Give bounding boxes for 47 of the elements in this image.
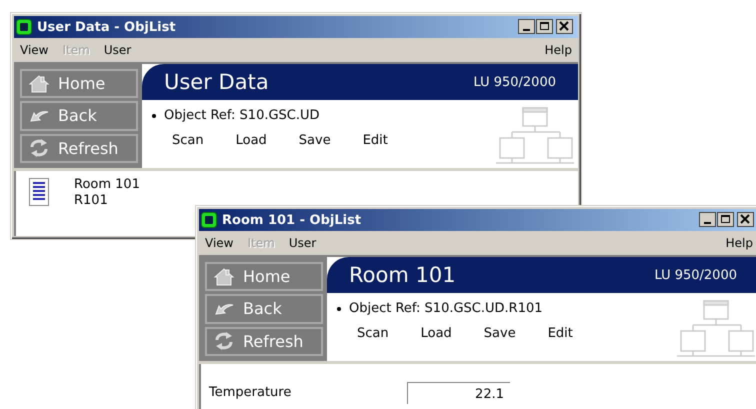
- action-link[interactable]: Edit: [548, 326, 573, 341]
- menu-item[interactable]: User: [104, 43, 132, 57]
- refresh-icon: [28, 138, 50, 158]
- license-label: LU 950/2000: [654, 268, 737, 282]
- refresh-icon: [213, 331, 235, 352]
- object-name[interactable]: Room 101: [74, 177, 140, 193]
- menu-item[interactable]: View: [20, 43, 48, 57]
- value-field[interactable]: 22.1: [407, 382, 510, 404]
- menu-item[interactable]: Help: [544, 43, 572, 57]
- house-icon: [28, 74, 50, 94]
- maximize-icon[interactable]: [536, 19, 554, 35]
- page-title: User Data: [164, 70, 269, 94]
- app-icon: [201, 212, 217, 228]
- bullet-icon: [337, 306, 341, 310]
- action-link[interactable]: Save: [484, 326, 516, 341]
- menu-item[interactable]: User: [288, 236, 316, 250]
- object-ref: Object Ref: S10.GSC.UD: [164, 108, 320, 123]
- minimize-icon[interactable]: [699, 212, 717, 228]
- bullet-icon: [152, 114, 156, 118]
- action-link[interactable]: Edit: [362, 133, 388, 148]
- refresh-button[interactable]: Refresh: [20, 134, 138, 163]
- menu-item[interactable]: View: [205, 236, 234, 250]
- object-id: R101: [74, 193, 109, 209]
- house-icon: [213, 266, 235, 287]
- action-link[interactable]: Load: [236, 133, 267, 148]
- field-label: Temperature: [209, 385, 292, 400]
- refresh-button[interactable]: Refresh: [205, 326, 323, 356]
- action-link[interactable]: Load: [420, 326, 452, 341]
- back-button[interactable]: Back: [205, 294, 323, 324]
- home-button[interactable]: Home: [205, 262, 323, 292]
- home-button[interactable]: Home: [20, 69, 138, 98]
- menu-item[interactable]: Help: [726, 236, 753, 250]
- window-title: Room 101 - ObjList: [222, 212, 362, 228]
- page-title: Room 101: [349, 263, 456, 287]
- action-link[interactable]: Save: [298, 133, 331, 148]
- action-link[interactable]: Scan: [357, 326, 389, 341]
- back-button[interactable]: Back: [20, 101, 138, 131]
- action-link[interactable]: Scan: [172, 133, 204, 148]
- minimize-icon[interactable]: [518, 19, 536, 35]
- document-icon: [28, 177, 50, 207]
- license-label: LU 950/2000: [473, 74, 556, 90]
- close-icon[interactable]: [737, 212, 756, 228]
- window-title: User Data - ObjList: [37, 20, 177, 34]
- app-icon: [16, 19, 32, 35]
- object-ref: Object Ref: S10.GSC.UD.R101: [349, 301, 543, 316]
- maximize-icon[interactable]: [717, 212, 735, 228]
- close-icon[interactable]: [556, 19, 576, 35]
